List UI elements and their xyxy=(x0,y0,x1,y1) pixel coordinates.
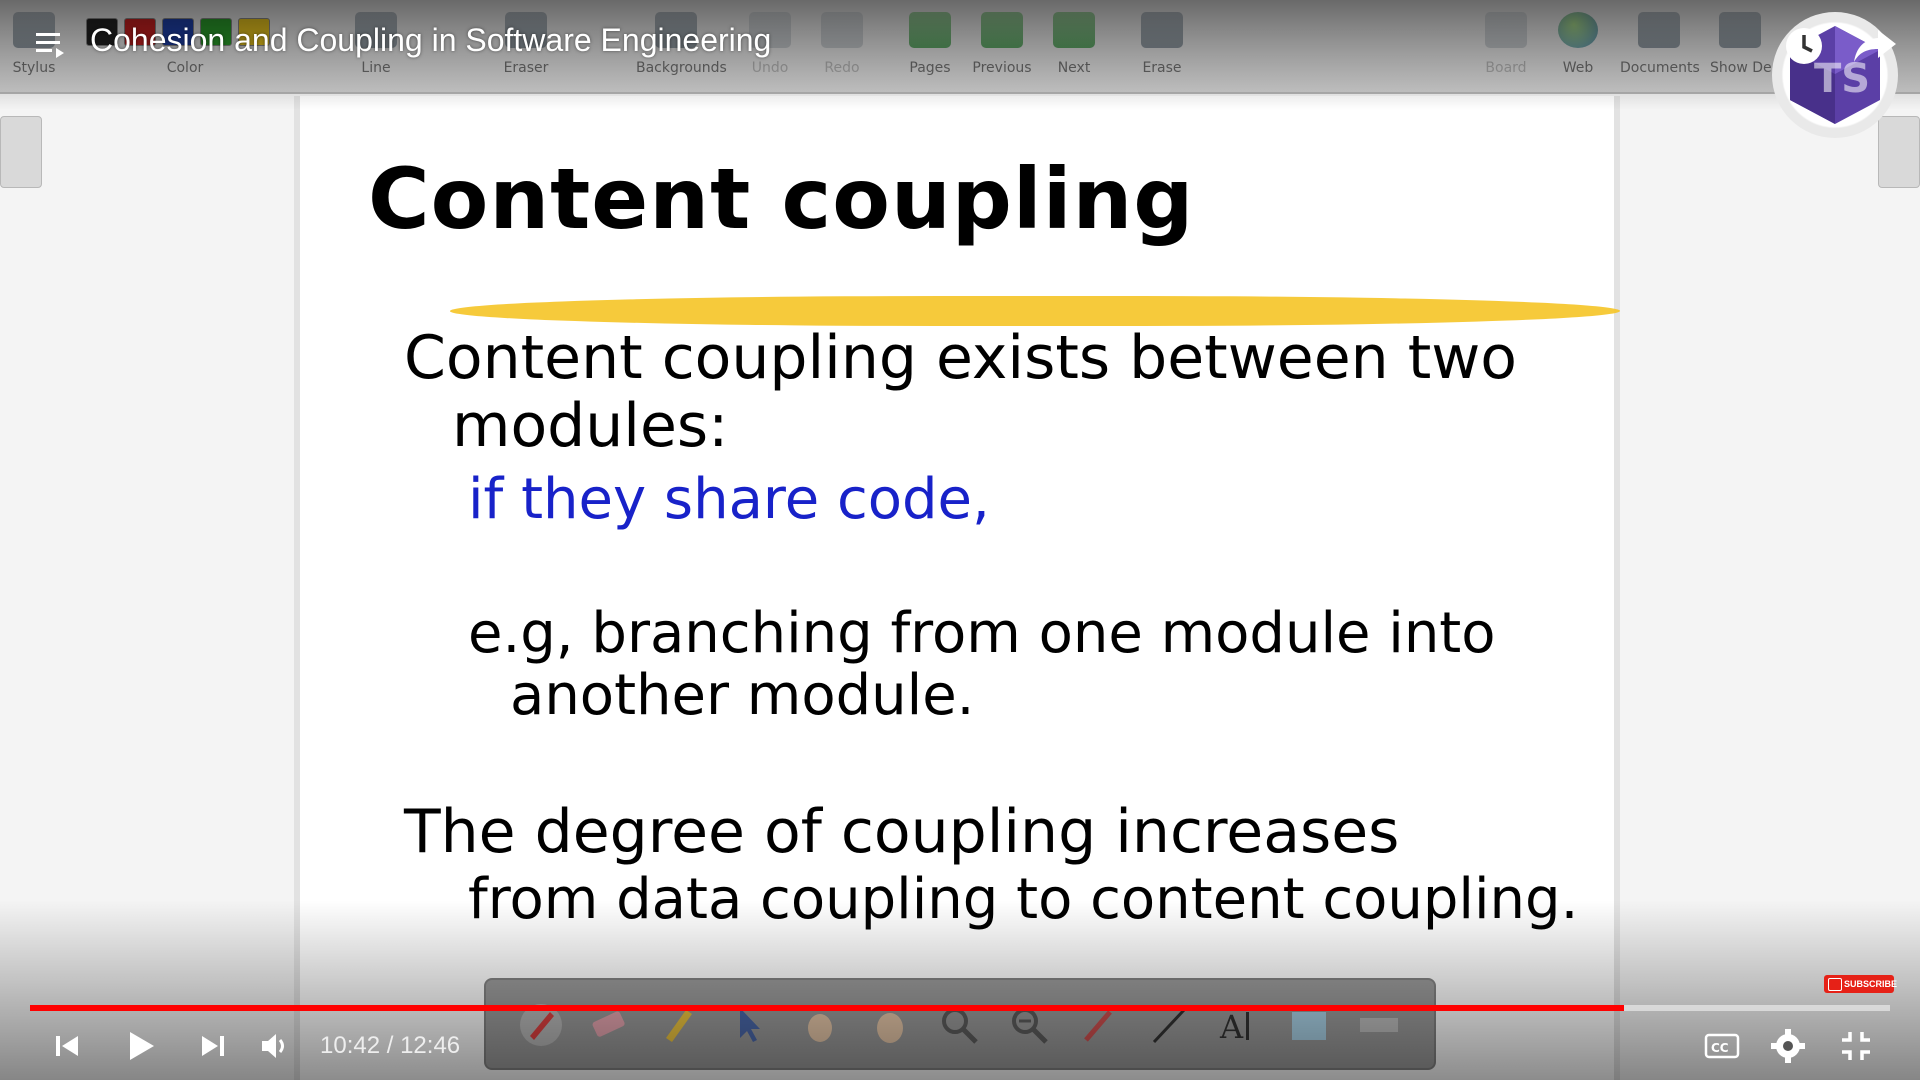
time-display: 10:42 / 12:46 xyxy=(320,1032,460,1060)
total-time: 12:46 xyxy=(400,1032,461,1059)
pages-tool: Pages xyxy=(900,10,960,84)
slide-line-highlighted: if they share code, xyxy=(468,467,990,532)
redo-label: Redo xyxy=(824,60,860,76)
documents-label: Documents xyxy=(1620,60,1700,76)
exit-fullscreen-icon[interactable] xyxy=(1834,1026,1878,1066)
video-player[interactable]: Stylus Color Line Eraser Backgrounds Und xyxy=(0,0,1920,1080)
highlighter-stroke xyxy=(447,296,1623,326)
watch-later-icon[interactable] xyxy=(1782,24,1826,68)
time-separator: / xyxy=(380,1032,401,1059)
web-label: Web xyxy=(1562,60,1594,76)
pages-icon xyxy=(909,12,951,48)
floating-tools-bar: A xyxy=(484,978,1436,1070)
volume-icon[interactable] xyxy=(254,1026,298,1066)
web-tool: Web xyxy=(1548,10,1608,84)
board-label: Board xyxy=(1485,60,1527,76)
slide-line: from data coupling to content coupling. xyxy=(468,867,1579,932)
current-time: 10:42 xyxy=(320,1032,381,1059)
slide-line: The degree of coupling increases xyxy=(404,797,1400,867)
previous-label: Previous xyxy=(972,60,1032,76)
documents-tool: Documents xyxy=(1620,10,1700,84)
erase-icon xyxy=(1141,12,1183,48)
next-page-tool: Next xyxy=(1044,10,1104,84)
slide: Content coupling Content coupling exists… xyxy=(294,96,1623,1080)
settings-icon[interactable] xyxy=(1766,1026,1810,1066)
undo-label: Undo xyxy=(751,60,789,76)
line-label: Line xyxy=(361,60,391,76)
erase-tool: Erase xyxy=(1132,10,1192,84)
left-side-tab xyxy=(0,116,42,188)
board-tool: Board xyxy=(1476,10,1536,84)
slide-title: Content coupling xyxy=(368,150,1195,248)
backgrounds-label: Backgrounds xyxy=(636,60,727,76)
folder-icon xyxy=(1638,12,1680,48)
subscribe-watermark[interactable]: SUBSCRIBE xyxy=(1824,975,1897,993)
web-globe-icon xyxy=(1558,12,1598,48)
slide-line: modules: xyxy=(452,391,729,461)
slide-line: another module. xyxy=(510,663,975,728)
previous-page-icon xyxy=(981,12,1023,48)
next-label: Next xyxy=(1057,60,1091,76)
redo-tool: Redo xyxy=(812,10,872,84)
video-title[interactable]: Cohesion and Coupling in Software Engine… xyxy=(90,22,771,59)
previous-icon[interactable] xyxy=(46,1026,90,1066)
share-icon[interactable] xyxy=(1850,24,1900,68)
next-icon[interactable] xyxy=(190,1026,234,1066)
play-icon[interactable] xyxy=(118,1026,162,1066)
captions-icon[interactable]: CC xyxy=(1700,1026,1744,1066)
show-desktop-label: Show De xyxy=(1710,60,1772,76)
playlist-icon[interactable] xyxy=(30,24,70,64)
svg-text:A: A xyxy=(1219,1008,1244,1046)
show-desktop-tool: Show De xyxy=(1710,10,1772,84)
pages-label: Pages xyxy=(909,60,951,76)
desktop-icon xyxy=(1719,12,1761,48)
svg-text:CC: CC xyxy=(1711,1041,1729,1055)
progress-fill xyxy=(30,1005,1625,1011)
color-label: Color xyxy=(166,60,204,76)
next-page-icon xyxy=(1053,12,1095,48)
slide-line: e.g, branching from one module into xyxy=(468,601,1496,666)
previous-page-tool: Previous xyxy=(972,10,1032,84)
eraser-label: Eraser xyxy=(503,60,549,76)
erase-label: Erase xyxy=(1142,60,1182,76)
slide-line: Content coupling exists between two xyxy=(404,323,1518,393)
redo-icon xyxy=(821,12,863,48)
board-icon xyxy=(1485,12,1527,48)
progress-bar[interactable] xyxy=(30,1005,1890,1011)
